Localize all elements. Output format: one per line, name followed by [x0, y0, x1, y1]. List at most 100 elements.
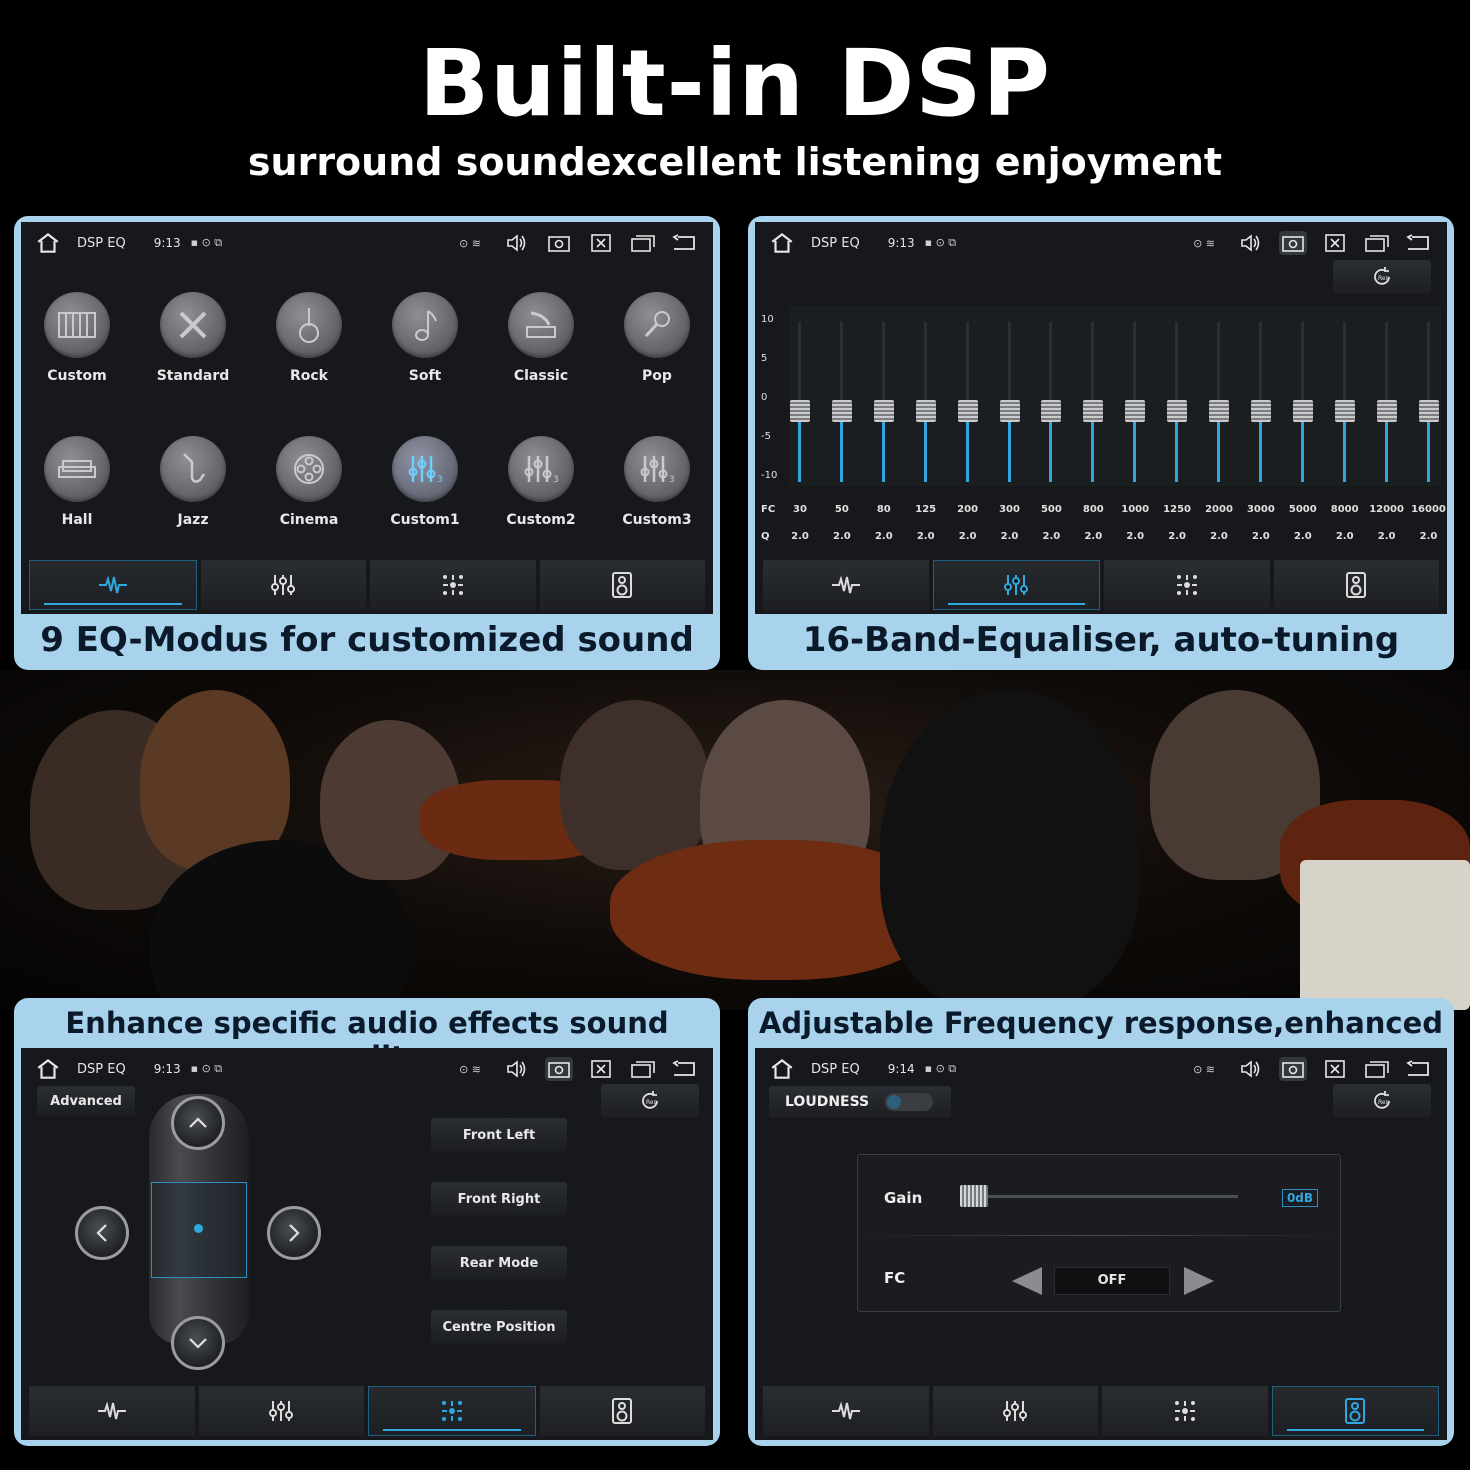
tab-sound-field[interactable] — [1104, 560, 1270, 610]
eq-band-handle[interactable] — [873, 400, 894, 422]
screenshot-icon[interactable] — [545, 1057, 573, 1081]
fc-next-button[interactable] — [1182, 1265, 1216, 1297]
gain-slider[interactable] — [960, 1185, 1238, 1207]
rear-mode-button[interactable]: Rear Mode — [431, 1246, 567, 1280]
eq-band-slider[interactable] — [995, 322, 1025, 482]
back-icon[interactable] — [671, 1057, 699, 1081]
move-right-button[interactable] — [267, 1206, 321, 1260]
eq-band-slider[interactable] — [785, 322, 815, 482]
recent-apps-icon[interactable] — [629, 1057, 657, 1081]
tab-equalizer[interactable] — [932, 560, 1100, 610]
tab-speaker[interactable] — [1271, 1386, 1439, 1436]
preset-cinema[interactable]: Cinema — [259, 436, 359, 528]
preset-rock[interactable]: Rock — [259, 292, 359, 384]
eq-band-slider[interactable] — [827, 322, 857, 482]
volume-icon[interactable] — [1237, 1057, 1265, 1081]
eq-band-handle[interactable] — [790, 400, 810, 422]
reset-button[interactable]: Res — [1333, 1084, 1431, 1118]
eq-band-slider[interactable] — [1246, 322, 1276, 482]
front-right-button[interactable]: Front Right — [431, 1182, 567, 1216]
eq-band-handle[interactable] — [915, 400, 936, 422]
tab-sound-field[interactable] — [368, 1386, 536, 1436]
close-app-icon[interactable] — [1321, 231, 1349, 255]
screenshot-icon[interactable] — [1279, 1057, 1307, 1081]
eq-band-handle[interactable] — [957, 400, 978, 422]
eq-band-handle[interactable] — [831, 400, 852, 422]
recent-apps-icon[interactable] — [629, 231, 657, 255]
eq-band-handle[interactable] — [1125, 400, 1146, 422]
preset-pop[interactable]: Pop — [607, 292, 707, 384]
loudness-control[interactable]: LOUDNESS — [769, 1086, 951, 1118]
loudness-toggle[interactable] — [885, 1093, 934, 1111]
preset-soft[interactable]: Soft — [375, 292, 475, 384]
eq-band-handle[interactable] — [1041, 400, 1062, 422]
volume-icon[interactable] — [503, 231, 531, 255]
tab-speaker[interactable] — [539, 560, 705, 610]
screenshot-icon[interactable] — [1279, 231, 1307, 255]
reset-button[interactable]: Res — [1333, 260, 1431, 294]
eq-band-slider[interactable] — [1414, 322, 1444, 482]
eq-band-slider[interactable] — [1330, 322, 1360, 482]
preset-classic[interactable]: Classic — [491, 292, 591, 384]
fc-prev-button[interactable] — [1010, 1265, 1044, 1297]
eq-band-slider[interactable] — [1372, 322, 1402, 482]
preset-standard[interactable]: Standard — [143, 292, 243, 384]
eq-band-slider[interactable] — [1204, 322, 1234, 482]
close-app-icon[interactable] — [1321, 1057, 1349, 1081]
eq-band-slider[interactable] — [1288, 322, 1318, 482]
tab-waveform[interactable] — [29, 1386, 195, 1436]
back-icon[interactable] — [671, 231, 699, 255]
eq-band-handle[interactable] — [1418, 400, 1439, 422]
move-left-button[interactable] — [75, 1206, 129, 1260]
eq-band-slider[interactable] — [869, 322, 899, 482]
eq-band-handle[interactable] — [1376, 400, 1397, 422]
eq-band-slider[interactable] — [1078, 322, 1108, 482]
eq-band-slider[interactable] — [953, 322, 983, 482]
eq-band-handle[interactable] — [1292, 400, 1313, 422]
tab-waveform[interactable] — [763, 560, 929, 610]
home-icon[interactable] — [769, 230, 795, 256]
eq-band-handle[interactable] — [999, 400, 1020, 422]
move-down-button[interactable] — [171, 1316, 225, 1370]
preset-custom[interactable]: Custom — [27, 292, 127, 384]
tab-sound-field[interactable] — [1102, 1386, 1268, 1436]
recent-apps-icon[interactable] — [1363, 231, 1391, 255]
volume-icon[interactable] — [1237, 231, 1265, 255]
eq-band-slider[interactable] — [1120, 322, 1150, 482]
eq-band-slider[interactable] — [1036, 322, 1066, 482]
close-app-icon[interactable] — [587, 231, 615, 255]
front-left-button[interactable]: Front Left — [431, 1118, 567, 1152]
gain-slider-handle[interactable] — [960, 1185, 988, 1207]
tab-equalizer[interactable] — [198, 1386, 364, 1436]
advanced-button[interactable]: Advanced — [37, 1086, 135, 1116]
preset-custom2[interactable]: 3 Custom2 — [491, 436, 591, 528]
preset-hall[interactable]: Hall — [27, 436, 127, 528]
preset-jazz[interactable]: Jazz — [143, 436, 243, 528]
move-up-button[interactable] — [171, 1096, 225, 1150]
eq-band-slider[interactable] — [1162, 322, 1192, 482]
tab-equalizer[interactable] — [200, 560, 366, 610]
home-icon[interactable] — [35, 1056, 61, 1082]
eq-band-handle[interactable] — [1250, 400, 1271, 422]
tab-waveform[interactable] — [29, 560, 197, 610]
preset-custom3[interactable]: 3 Custom3 — [607, 436, 707, 528]
volume-icon[interactable] — [503, 1057, 531, 1081]
home-icon[interactable] — [35, 230, 61, 256]
home-icon[interactable] — [769, 1056, 795, 1082]
tab-waveform[interactable] — [763, 1386, 929, 1436]
tab-speaker[interactable] — [1273, 560, 1439, 610]
tab-equalizer[interactable] — [932, 1386, 1098, 1436]
tab-speaker[interactable] — [539, 1386, 705, 1436]
eq-band-handle[interactable] — [1209, 400, 1229, 422]
tab-sound-field[interactable] — [370, 560, 536, 610]
centre-position-button[interactable]: Centre Position — [431, 1310, 567, 1344]
eq-band-handle[interactable] — [1334, 400, 1355, 422]
recent-apps-icon[interactable] — [1363, 1057, 1391, 1081]
eq-band-handle[interactable] — [1167, 400, 1188, 422]
preset-custom1[interactable]: 3 Custom1 — [375, 436, 475, 528]
screenshot-icon[interactable] — [545, 231, 573, 255]
reset-button[interactable]: Res — [601, 1084, 699, 1118]
close-app-icon[interactable] — [587, 1057, 615, 1081]
eq-band-handle[interactable] — [1083, 400, 1104, 422]
back-icon[interactable] — [1405, 1057, 1433, 1081]
